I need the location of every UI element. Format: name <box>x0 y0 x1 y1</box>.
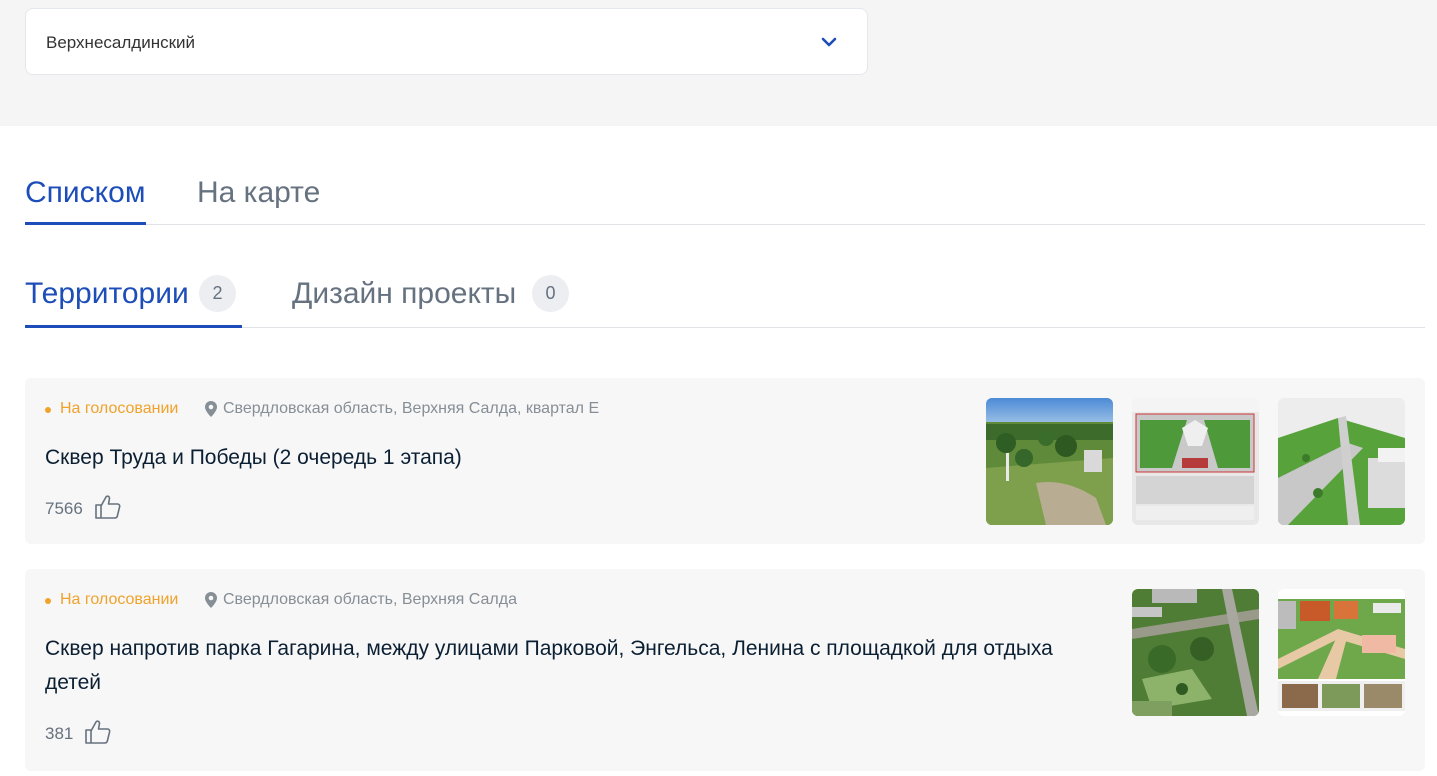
location-pin-icon <box>205 592 217 608</box>
view-mode-tabs: Списком На карте <box>25 160 1425 225</box>
territory-photo-render[interactable] <box>1278 398 1405 525</box>
territory-card[interactable]: На голосовании Свердловская область, Вер… <box>25 569 1425 771</box>
status-label: На голосовании <box>60 400 179 417</box>
territory-photo-design-board[interactable] <box>1278 589 1405 716</box>
territory-photo-aerial[interactable] <box>1132 589 1259 716</box>
municipality-select-value: Верхнесалдинский <box>46 33 196 52</box>
status-label: На голосовании <box>60 591 179 608</box>
location-pin-icon <box>205 401 217 417</box>
status-dot <box>45 598 51 604</box>
likes-count: 381 <box>45 724 74 743</box>
location-text: Свердловская область, Верхняя Салда <box>223 591 517 608</box>
territory-card[interactable]: На голосовании Свердловская область, Вер… <box>25 378 1425 544</box>
territory-photo-plan[interactable] <box>1132 398 1259 525</box>
thumbs-up-icon[interactable] <box>84 719 112 745</box>
content-type-tabs: Территории 2 Дизайн проекты 0 <box>25 262 1425 328</box>
filter-area: Верхнесалдинский <box>0 0 1437 126</box>
active-tab-indicator <box>25 325 242 328</box>
status-dot <box>45 407 51 413</box>
territory-title[interactable]: Сквер напротив парка Гагарина, между ули… <box>45 632 1085 700</box>
thumbs-up-icon[interactable] <box>94 494 122 520</box>
location-text: Свердловская область, Верхняя Салда, ква… <box>223 400 600 417</box>
territory-title[interactable]: Сквер Труда и Победы (2 очередь 1 этапа) <box>45 441 1085 475</box>
territories-count-badge: 2 <box>199 275 236 312</box>
design-projects-count-badge: 0 <box>532 275 569 312</box>
chevron-down-icon <box>821 37 837 47</box>
tab-list-view[interactable]: Списком <box>25 176 145 210</box>
territory-photo-aerial[interactable] <box>986 398 1113 525</box>
municipality-select[interactable]: Верхнесалдинский <box>25 8 868 75</box>
active-tab-indicator <box>25 222 146 225</box>
tab-map-view[interactable]: На карте <box>197 176 320 210</box>
tab-design-projects[interactable]: Дизайн проекты <box>292 277 516 311</box>
tab-territories[interactable]: Территории <box>25 277 189 311</box>
likes-count: 7566 <box>45 499 83 518</box>
